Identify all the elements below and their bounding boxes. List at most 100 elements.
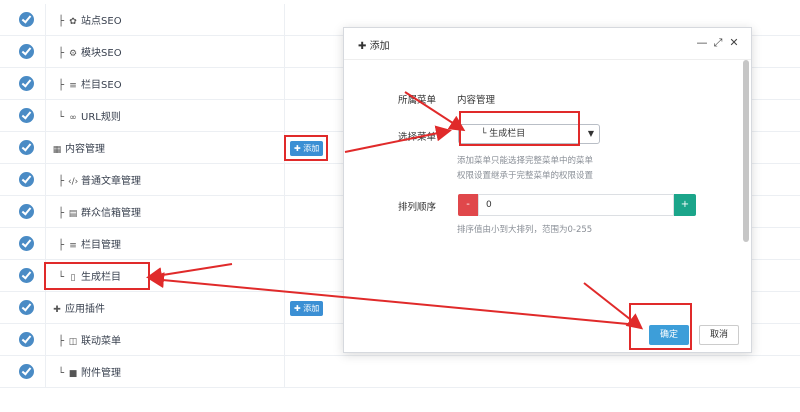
tree-check-cell	[0, 324, 46, 356]
tree-row-text: 附件管理	[81, 368, 122, 379]
select-help-line-2: 权限设置继承于完整菜单的权限设置	[457, 171, 594, 181]
tree-check-cell	[0, 68, 46, 100]
tree-connector: ├	[58, 208, 65, 219]
tree-column-divider	[284, 356, 285, 388]
tree-column-divider	[284, 260, 285, 292]
tree-row-label[interactable]: └ ∞ URL规则	[58, 108, 121, 123]
order-input[interactable]: 0	[478, 194, 674, 216]
tree-row-label[interactable]: ├ ✿ 站点SEO	[58, 12, 122, 27]
folder-icon: ■	[68, 369, 78, 379]
tree-row-label[interactable]: ├ ‹/› 普通文章管理	[58, 172, 141, 187]
parent-menu-value: 内容管理	[457, 95, 496, 106]
tree-row-label[interactable]: ▦ 内容管理	[52, 140, 105, 155]
tree-column-divider	[284, 292, 285, 324]
tree-row-text: 普通文章管理	[81, 176, 142, 187]
tree-row-text: 联动菜单	[81, 336, 122, 347]
tree-connector: ├	[58, 336, 65, 347]
tree-row-label[interactable]: └ ■ 附件管理	[58, 364, 121, 379]
tree-check-cell	[0, 356, 46, 388]
tree-connector: ├	[58, 176, 65, 187]
grid-icon: ▦	[52, 145, 62, 155]
dialog-scrollbar[interactable]	[743, 60, 749, 242]
tree-column-divider	[284, 36, 285, 68]
add-button-label: 添加	[303, 304, 320, 313]
tree-row-label[interactable]: ├ ◫ 联动菜单	[58, 332, 121, 347]
tree-column-divider	[284, 164, 285, 196]
check-circle-icon[interactable]	[19, 364, 34, 379]
gear-icon: ✿	[69, 17, 77, 27]
chevron-down-icon: ▼	[587, 129, 594, 138]
maximize-icon[interactable]: ⤢	[712, 36, 724, 50]
select-help-line-1: 添加菜单只能选择完整菜单中的菜单	[457, 156, 594, 166]
page: ├ ✿ 站点SEO ├ ⚙ 模块SEO ├ ≡ 栏目SEO └ ∞ URL规则 ▦ 内容管理 ✚ 添加 ├ ‹/…	[0, 0, 800, 412]
tree-connector: └	[58, 368, 65, 379]
cancel-button[interactable]: 取消	[699, 325, 739, 345]
check-circle-icon[interactable]	[19, 236, 34, 251]
tree-check-cell	[0, 100, 46, 132]
tree-row-label[interactable]: ├ ⚙ 模块SEO	[58, 44, 122, 59]
dialog-title: ✚ 添加	[358, 37, 390, 52]
table-icon: ▤	[68, 209, 78, 219]
list-icon: ≡	[69, 81, 77, 91]
tree-check-cell	[0, 36, 46, 68]
check-circle-icon[interactable]	[19, 12, 34, 27]
code-icon: ‹/›	[68, 177, 79, 187]
tree-connector: └	[58, 112, 65, 123]
minimize-icon[interactable]: —	[696, 36, 708, 49]
tree-row-text: 栏目SEO	[81, 80, 122, 91]
dialog-header: ✚ 添加 — ⤢ ✕	[344, 28, 751, 60]
highlight-box-confirm	[629, 303, 692, 350]
check-circle-icon[interactable]	[19, 268, 34, 283]
highlight-box-select	[459, 111, 580, 146]
check-circle-icon[interactable]	[19, 204, 34, 219]
tree-connector: ├	[58, 48, 65, 59]
close-icon[interactable]: ✕	[728, 36, 740, 49]
select-menu-label: 选择菜单	[398, 132, 437, 143]
tree-row-text: 站点SEO	[81, 16, 122, 27]
check-circle-icon[interactable]	[19, 44, 34, 59]
check-circle-icon[interactable]	[19, 108, 34, 123]
tree-column-divider	[284, 324, 285, 356]
tree-row-text: 应用插件	[65, 304, 105, 315]
check-circle-icon[interactable]	[19, 332, 34, 347]
tree-row-label[interactable]: ├ ▤ 群众信箱管理	[58, 204, 141, 219]
tree-column-divider	[284, 4, 285, 36]
highlight-box-add-button	[284, 135, 328, 161]
highlight-box-generate-column	[44, 262, 150, 290]
tree-column-divider	[284, 68, 285, 100]
check-circle-icon[interactable]	[19, 76, 34, 91]
tree-row-label[interactable]: ├ ≡ 栏目管理	[58, 236, 121, 251]
tree-connector: ├	[58, 240, 65, 251]
tree-row-label[interactable]: ✚ 应用插件	[52, 300, 105, 315]
tree-connector: ├	[58, 16, 65, 27]
link-icon: ∞	[69, 113, 77, 123]
cogs-icon: ⚙	[68, 49, 78, 59]
check-circle-icon[interactable]	[19, 172, 34, 187]
tree-check-cell	[0, 196, 46, 228]
tree-check-cell	[0, 292, 46, 324]
plus-icon: ✚	[294, 304, 301, 313]
tree-check-cell	[0, 132, 46, 164]
tree-row-text: 模块SEO	[81, 48, 122, 59]
increment-button[interactable]: +	[674, 194, 696, 216]
tree-row-label[interactable]: ├ ≡ 栏目SEO	[58, 76, 122, 91]
puzzle-icon: ✚	[53, 305, 61, 315]
order-help: 排序值由小到大排列，范围为0-255	[457, 225, 593, 235]
add-submenu-button[interactable]: ✚ 添加	[290, 301, 324, 316]
check-circle-icon[interactable]	[19, 300, 34, 315]
tree-check-cell	[0, 228, 46, 260]
tree-row-text: 栏目管理	[81, 240, 122, 251]
columns-icon: ◫	[68, 337, 78, 347]
plus-icon: ✚	[358, 41, 367, 52]
tree-check-cell	[0, 4, 46, 36]
tree-column-divider	[284, 228, 285, 260]
tree-row-text: URL规则	[81, 112, 121, 123]
parent-menu-label: 所属菜单	[398, 95, 437, 106]
check-circle-icon[interactable]	[19, 140, 34, 155]
dialog-title-text: 添加	[369, 41, 390, 52]
tree-check-cell	[0, 164, 46, 196]
tree-check-cell	[0, 260, 46, 292]
decrement-button[interactable]: -	[458, 194, 478, 216]
order-label: 排列顺序	[398, 202, 437, 213]
tree-column-divider	[284, 196, 285, 228]
